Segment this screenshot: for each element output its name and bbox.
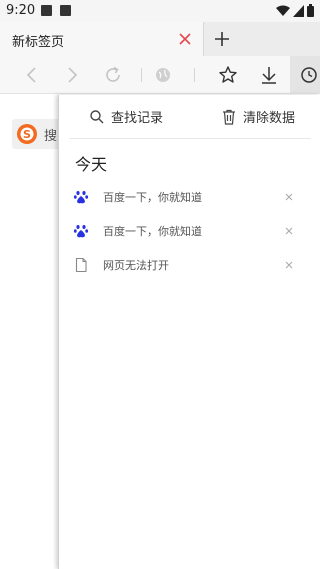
trash-icon xyxy=(223,109,235,125)
search-icon xyxy=(90,109,104,123)
history-item-title: 百度一下，你就知道 xyxy=(103,191,202,204)
toolbar-divider xyxy=(141,68,142,82)
tab-strip: 新标签页 xyxy=(0,22,320,56)
clear-data-label: 清除数据 xyxy=(243,111,296,126)
globe-icon[interactable] xyxy=(151,63,175,87)
history-item-title: 百度一下，你就知道 xyxy=(103,225,202,238)
find-history-button[interactable]: 查找记录 xyxy=(89,107,163,126)
delete-item-icon[interactable] xyxy=(283,225,295,237)
status-time: 9:20 xyxy=(6,3,36,18)
toolbar xyxy=(0,56,320,94)
history-item[interactable]: 网页无法打开 xyxy=(59,248,320,282)
tab-title: 新标签页 xyxy=(12,35,65,50)
refresh-button[interactable] xyxy=(101,63,125,87)
baidu-paw-icon xyxy=(73,225,89,238)
wifi-icon xyxy=(276,5,290,16)
history-item-title: 网页无法打开 xyxy=(103,259,169,272)
clear-data-button[interactable]: 清除数据 xyxy=(221,107,295,126)
history-button[interactable] xyxy=(290,56,320,94)
signal-icon xyxy=(293,4,304,17)
tab-new-tab[interactable]: 新标签页 xyxy=(0,22,204,56)
app-notification-icon xyxy=(60,5,71,16)
clock-history-icon xyxy=(301,67,317,83)
history-item[interactable]: 百度一下，你就知道 xyxy=(59,180,320,214)
delete-item-icon[interactable] xyxy=(283,259,295,271)
history-actions: 查找记录 清除数据 xyxy=(69,95,311,139)
delete-item-icon[interactable] xyxy=(283,191,295,203)
document-icon xyxy=(75,257,87,273)
find-history-label: 查找记录 xyxy=(111,111,164,126)
star-bookmark-icon[interactable] xyxy=(216,63,240,87)
new-tab-button[interactable] xyxy=(204,22,240,56)
status-indicators xyxy=(276,4,314,17)
search-box-text: 搜 xyxy=(44,129,58,144)
history-item[interactable]: 百度一下，你就知道 xyxy=(59,214,320,248)
sogou-logo-icon: S xyxy=(17,124,37,144)
back-button[interactable] xyxy=(20,63,44,87)
forward-button[interactable] xyxy=(60,63,84,87)
toolbar-divider xyxy=(194,68,195,82)
baidu-paw-icon xyxy=(73,191,89,204)
history-panel: 查找记录 清除数据 今天 百度一下，你就知道 百度一下，你就知道 网页无法打开 xyxy=(58,95,320,569)
download-icon[interactable] xyxy=(257,63,281,87)
status-bar: 9:20 xyxy=(0,0,320,22)
svg-text:S: S xyxy=(23,128,31,141)
close-tab-icon[interactable] xyxy=(177,31,193,47)
image-notification-icon xyxy=(41,5,52,16)
section-title-today: 今天 xyxy=(75,155,108,174)
battery-icon xyxy=(307,4,314,17)
